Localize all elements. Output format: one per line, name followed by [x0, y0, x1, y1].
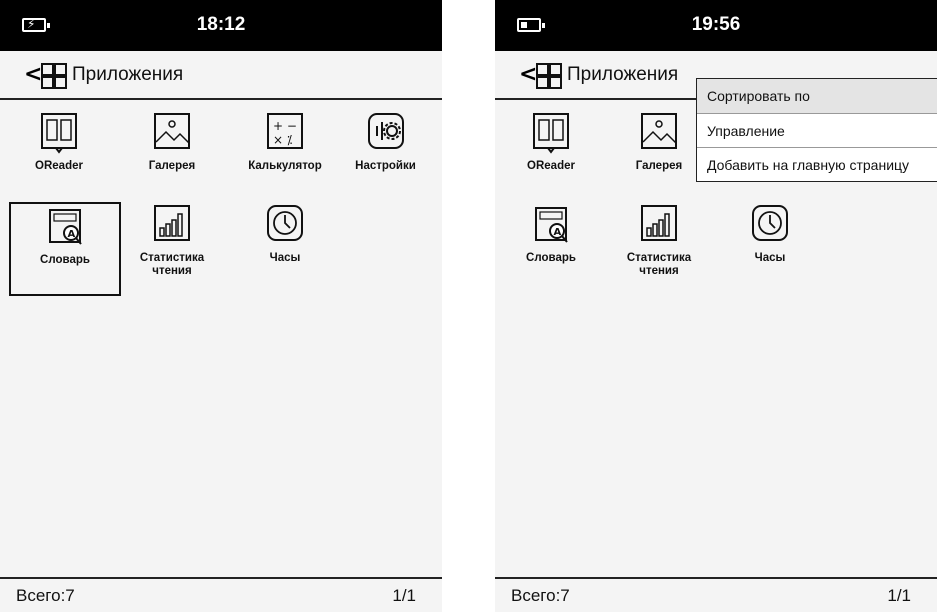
- grid-icon[interactable]: [536, 63, 562, 89]
- statistics-icon: [641, 205, 677, 241]
- app-label: OReader: [527, 160, 575, 172]
- page-indicator: 1/1: [392, 586, 416, 605]
- statistics-icon: [154, 205, 190, 241]
- dictionary-icon: A: [535, 207, 568, 243]
- app-calculator[interactable]: + − × ⁒ Калькулятор: [229, 110, 341, 196]
- clock-icon: [267, 205, 303, 241]
- calculator-icon: + −× ⁒: [267, 113, 303, 149]
- grid-icon[interactable]: [41, 63, 67, 89]
- dictionary-icon: A: [49, 209, 82, 245]
- app-gallery[interactable]: Галерея: [116, 110, 228, 196]
- book-icon: [533, 113, 569, 154]
- app-label: Настройки: [355, 160, 416, 172]
- total-count: Всего:7: [511, 586, 570, 605]
- app-label: OReader: [35, 160, 83, 172]
- app-label: Часы: [269, 252, 301, 264]
- screen-left: ⚡ 18:12 < Приложения OReader Галерея + −…: [0, 0, 442, 612]
- menu-item-manage[interactable]: Управление: [697, 113, 937, 147]
- page-title: Приложения: [567, 64, 679, 85]
- app-reading-stats[interactable]: Статистика чтения: [116, 202, 228, 288]
- total-count: Всего:7: [16, 586, 75, 605]
- app-settings[interactable]: Настройки: [329, 110, 442, 196]
- screen-right: 19:56 < Приложения OReader Галерея A Сло…: [495, 0, 937, 612]
- footer: Всего:7 1/1: [495, 577, 937, 612]
- book-icon: [41, 113, 77, 154]
- back-icon[interactable]: <: [24, 63, 42, 87]
- svg-text:+ −: + −: [273, 119, 297, 133]
- svg-text:A: A: [554, 227, 562, 238]
- app-label: Словарь: [40, 254, 90, 266]
- page-indicator: 1/1: [887, 586, 911, 605]
- status-bar: ⚡ 18:12: [0, 0, 442, 51]
- app-oreader[interactable]: OReader: [3, 110, 115, 196]
- status-time: 19:56: [691, 14, 741, 35]
- image-icon: [641, 113, 677, 149]
- svg-text:A: A: [68, 229, 76, 240]
- app-oreader[interactable]: OReader: [495, 110, 607, 196]
- settings-icon: [367, 113, 404, 149]
- context-menu: Сортировать по Управление Добавить на гл…: [696, 78, 937, 182]
- status-bar: 19:56: [495, 0, 937, 51]
- app-reading-stats[interactable]: Статистика чтения: [603, 202, 715, 288]
- page-title: Приложения: [72, 64, 184, 85]
- app-dictionary[interactable]: A Словарь: [9, 202, 121, 296]
- app-label: Галерея: [148, 160, 196, 172]
- menu-item-add-to-home[interactable]: Добавить на главную страницу: [697, 147, 937, 181]
- image-icon: [154, 113, 190, 149]
- app-clock[interactable]: Часы: [714, 202, 826, 288]
- back-icon[interactable]: <: [519, 63, 537, 87]
- title-bar: < Приложения: [0, 51, 442, 100]
- clock-icon: [752, 205, 788, 241]
- app-label: Статистика чтения: [139, 252, 205, 277]
- app-clock[interactable]: Часы: [229, 202, 341, 288]
- svg-text:× ⁒: × ⁒: [273, 133, 292, 147]
- app-label: Часы: [754, 252, 786, 264]
- app-dictionary[interactable]: A Словарь: [495, 202, 607, 288]
- footer: Всего:7 1/1: [0, 577, 442, 612]
- app-label: Словарь: [526, 252, 576, 264]
- app-label: Калькулятор: [248, 160, 322, 172]
- app-label: Статистика чтения: [626, 252, 692, 277]
- menu-item-sort[interactable]: Сортировать по: [697, 79, 937, 113]
- status-time: 18:12: [196, 14, 246, 35]
